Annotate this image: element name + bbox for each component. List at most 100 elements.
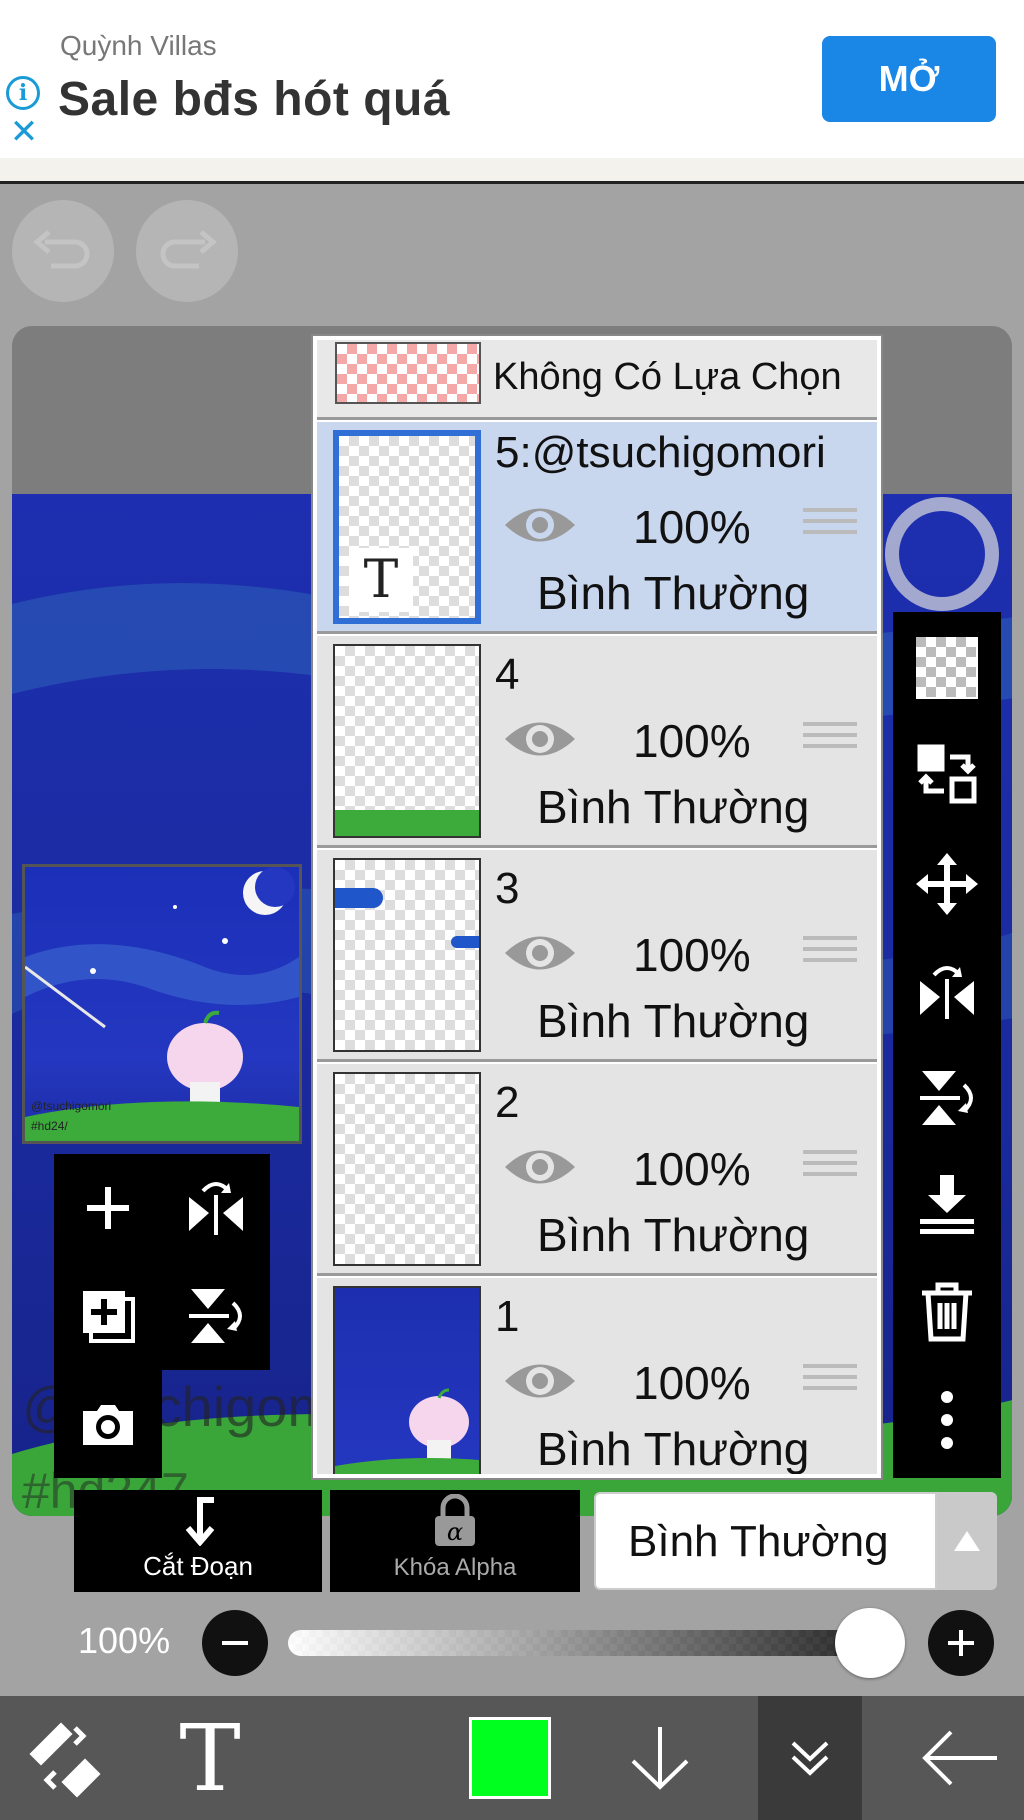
canvas-preview[interactable]: @tsuchigomori #hd24/: [22, 864, 302, 1144]
ad-banner[interactable]: i ✕ Quỳnh Villas Sale bđs hót quá MỞ: [0, 0, 1024, 158]
layer-row-2[interactable]: 2 100% Bình Thường: [317, 1064, 877, 1276]
opacity-decrease-button[interactable]: [202, 1610, 268, 1676]
color-picker-button[interactable]: [462, 1696, 558, 1820]
ad-info-icon[interactable]: i: [6, 76, 40, 110]
drag-handle-icon[interactable]: [803, 722, 857, 758]
drag-handle-icon[interactable]: [803, 936, 857, 972]
svg-text:T: T: [179, 1718, 240, 1798]
visibility-eye-icon[interactable]: [503, 930, 577, 976]
clipping-button[interactable]: Cắt Đoạn: [74, 1490, 322, 1592]
layer-name: 4: [495, 650, 520, 699]
app-screen: { "ad": { "sponsor": "Quỳnh Villas", "ti…: [0, 0, 1024, 1820]
flip-layer-horizontal-button[interactable]: [162, 1154, 270, 1262]
preview-watermark-2: #hd24/: [31, 1119, 68, 1133]
move-button[interactable]: [913, 850, 981, 918]
layer-opacity: 100%: [633, 1143, 751, 1195]
text-tool-button[interactable]: T: [160, 1696, 260, 1820]
ad-sponsor: Quỳnh Villas: [60, 30, 217, 61]
brush-eraser-tool-button[interactable]: [10, 1696, 120, 1820]
triangle-up-icon: [954, 1531, 980, 1551]
preview-watermark-1: @tsuchigomori: [31, 1099, 112, 1113]
redo-button[interactable]: [136, 200, 238, 302]
layer-selection-row[interactable]: Không Có Lựa Chọn: [317, 340, 877, 420]
ad-title: Sale bđs hót quá: [58, 73, 451, 126]
layer-blend-mode: Bình Thường: [537, 1209, 810, 1261]
right-toolbar: [893, 612, 1001, 1478]
layer-blend-mode: Bình Thường: [537, 567, 810, 619]
layer-row-4[interactable]: 4 100% Bình Thường: [317, 636, 877, 848]
arrow-down-icon: [631, 1727, 689, 1790]
layer-thumbnail: [333, 858, 481, 1052]
camera-import-button[interactable]: [54, 1370, 162, 1478]
layer-row-1[interactable]: 1 100% Bình Thường: [317, 1278, 877, 1474]
visibility-eye-icon[interactable]: [503, 716, 577, 762]
layers-panel[interactable]: Không Có Lựa Chọn T 5:@tsuchigomori 100%…: [313, 336, 881, 1478]
swap-icon: [917, 744, 977, 804]
layer-blend-mode: Bình Thường: [537, 995, 810, 1047]
more-options-button[interactable]: [913, 1386, 981, 1454]
blend-mode-dropdown-button[interactable]: [937, 1492, 997, 1590]
opacity-increase-button[interactable]: [928, 1610, 994, 1676]
arrow-left-icon: [922, 1730, 997, 1786]
move-down-button[interactable]: [610, 1696, 710, 1820]
move-icon: [916, 853, 978, 915]
layer-row-5[interactable]: T 5:@tsuchigomori 100% Bình Thường: [317, 422, 877, 634]
camera-icon: [83, 1405, 133, 1445]
visibility-eye-icon[interactable]: [503, 502, 577, 548]
layer-thumbnail: [333, 644, 481, 838]
ad-open-button[interactable]: MỞ: [822, 36, 996, 122]
layer-name: 1: [495, 1292, 520, 1341]
opacity-value-label: 100%: [78, 1620, 171, 1661]
opacity-slider-track[interactable]: [288, 1630, 888, 1656]
flip-horizontal-button[interactable]: [913, 958, 981, 1026]
drag-handle-icon[interactable]: [803, 508, 857, 544]
layer-thumbnail: [333, 1286, 481, 1474]
layer-name: 3: [495, 864, 520, 913]
bottom-toolbar: T: [0, 1696, 1024, 1820]
layer-1-thumbnail-art: [335, 1388, 479, 1474]
more-vertical-icon: [941, 1391, 953, 1449]
layer-quick-toolbar: [54, 1154, 270, 1370]
merge-down-icon: [920, 1175, 974, 1234]
camera-toolbar: [54, 1370, 162, 1478]
add-layer-button[interactable]: [54, 1154, 162, 1262]
collapse-menu-button[interactable]: [758, 1696, 862, 1820]
layer-thumbnail: T: [333, 430, 481, 624]
delete-layer-button[interactable]: [913, 1278, 981, 1346]
swap-layers-button[interactable]: [913, 740, 981, 808]
opacity-slider-knob[interactable]: [835, 1608, 905, 1678]
layer-opacity: 100%: [633, 929, 751, 981]
flip-horizontal-icon: [920, 966, 974, 1019]
ad-close-icon[interactable]: ✕: [8, 115, 40, 149]
plus-icon: [87, 1187, 129, 1229]
drag-handle-icon[interactable]: [803, 1150, 857, 1186]
back-button[interactable]: [906, 1696, 1016, 1820]
layer-thumbnail: [333, 1072, 481, 1266]
flip-layer-vertical-button[interactable]: [162, 1262, 270, 1370]
undo-icon: [33, 230, 90, 269]
layer-row-3[interactable]: 3 100% Bình Thường: [317, 850, 877, 1062]
layer-opacity: 100%: [633, 1357, 751, 1409]
layer-opacity: 100%: [633, 715, 751, 767]
flip-vertical-icon: [920, 1071, 973, 1125]
blend-mode-select[interactable]: Bình Thường: [594, 1492, 937, 1590]
layer-name: 5:@tsuchigomori: [495, 428, 826, 477]
transparency-checker-button[interactable]: [913, 634, 981, 702]
duplicate-layer-button[interactable]: [54, 1262, 162, 1370]
layer-name: 2: [495, 1078, 520, 1127]
clipping-arrow-icon: [185, 1497, 215, 1546]
duplicate-icon: [83, 1291, 135, 1343]
drag-handle-icon[interactable]: [803, 1364, 857, 1400]
visibility-eye-icon[interactable]: [503, 1144, 577, 1190]
flip-vertical-button[interactable]: [913, 1064, 981, 1132]
alpha-lock-button[interactable]: α Khóa Alpha: [330, 1490, 580, 1592]
undo-button[interactable]: [12, 200, 114, 302]
visibility-eye-icon[interactable]: [503, 1358, 577, 1404]
trash-icon: [922, 1282, 972, 1342]
minus-icon: [222, 1641, 248, 1645]
alpha-lock-label: Khóa Alpha: [393, 1554, 517, 1581]
cloud-thumbnail-shape: [451, 936, 479, 948]
merge-down-button[interactable]: [913, 1172, 981, 1240]
redo-icon: [160, 230, 217, 269]
selection-label: Không Có Lựa Chọn: [493, 356, 842, 398]
